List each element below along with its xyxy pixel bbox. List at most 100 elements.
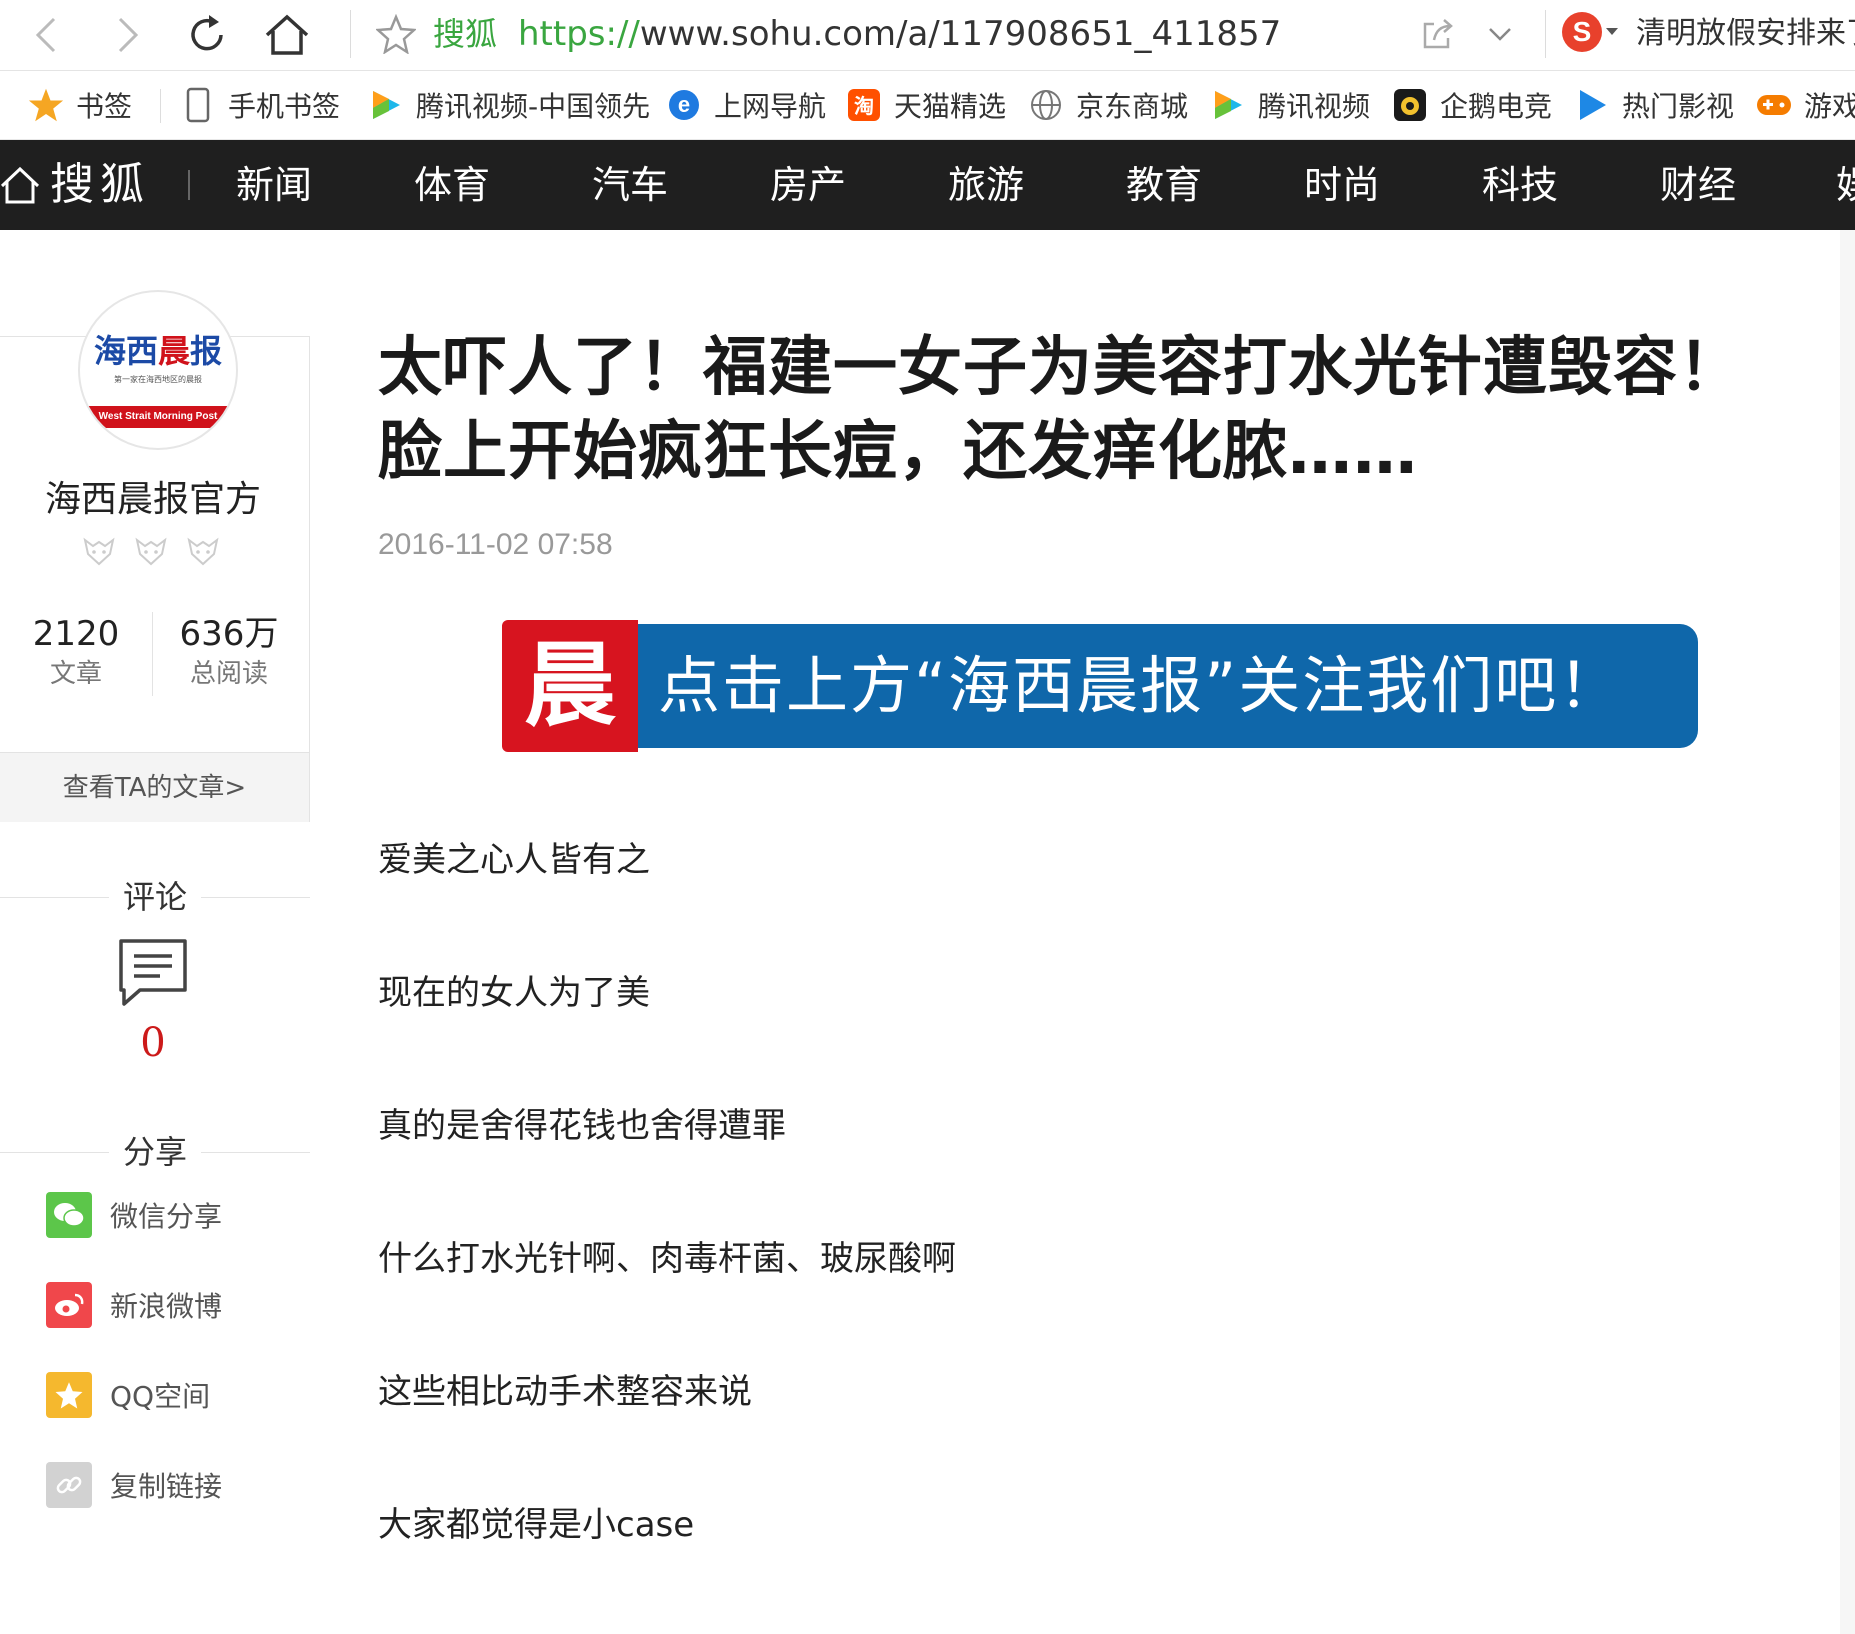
globe-icon: [1028, 87, 1064, 123]
toolbar-separator: [350, 10, 351, 58]
comment-icon[interactable]: [118, 938, 188, 1012]
article-paragraph: 这些相比动手术整容来说: [378, 1372, 752, 1412]
nav-item-education[interactable]: 教育: [1126, 160, 1202, 210]
qzone-star-icon: [46, 1372, 92, 1418]
svg-text:e: e: [678, 92, 690, 117]
share-heading-label: 分享: [108, 1133, 201, 1171]
bookmarks-bar: 书签 手机书签 腾讯视频-中国领先 e 上网导航 淘 天猫精选 京东商城 腾讯视…: [0, 71, 1855, 140]
comments-heading: 评论: [0, 877, 310, 917]
article-title: 太吓人了！福建一女子为美容打水光针遭毁容！脸上开始疯狂长痘，还发痒化脓……: [378, 331, 1743, 489]
share-wechat-button[interactable]: 微信分享: [46, 1192, 222, 1238]
nav-item-news[interactable]: 新闻: [236, 160, 312, 210]
avatar[interactable]: 海西晨报 第一家在海西地区的晨报 West Strait Morning Pos…: [78, 290, 238, 450]
nav-item-sports[interactable]: 体育: [414, 160, 490, 210]
nav-item-travel[interactable]: 旅游: [948, 160, 1024, 210]
search-hot-words[interactable]: 清明放假安排来了: [1636, 14, 1855, 54]
reads-stat: 636万 总阅读: [153, 612, 305, 692]
nav-item-auto[interactable]: 汽车: [592, 160, 668, 210]
fox-badge-icon: [187, 537, 219, 566]
favorite-star-icon[interactable]: [374, 13, 418, 58]
forward-button[interactable]: [100, 8, 154, 62]
link-icon: [46, 1462, 92, 1508]
ie-icon: e: [666, 87, 702, 123]
address-dropdown-chevron-icon[interactable]: [1482, 16, 1518, 56]
address-bar-url[interactable]: https://www.sohu.com/a/117908651_411857: [518, 12, 1281, 56]
penguin-esports-icon: [1392, 87, 1428, 123]
wechat-icon: [46, 1192, 92, 1238]
article-paragraph: 真的是舍得花钱也舍得遭罪: [378, 1106, 786, 1146]
copy-link-button[interactable]: 复制链接: [46, 1462, 222, 1508]
view-author-articles-link[interactable]: 查看TA的文章>: [0, 752, 309, 822]
article-paragraph: 什么打水光针啊、肉毒杆菌、玻尿酸啊: [378, 1239, 956, 1279]
home-icon: [265, 14, 309, 55]
bookmark-item[interactable]: 企鹅电竞: [1392, 85, 1552, 125]
comment-count[interactable]: 0: [0, 1020, 306, 1066]
nav-item-finance[interactable]: 财经: [1660, 160, 1736, 210]
articles-stat: 2120 文章: [0, 612, 152, 692]
reads-label: 总阅读: [189, 659, 268, 689]
bookmark-label: 上网导航: [714, 90, 827, 123]
nav-item-tech[interactable]: 科技: [1482, 160, 1558, 210]
bookmark-item[interactable]: 腾讯视频-中国领先: [368, 85, 650, 125]
bookmark-item[interactable]: 热门影视: [1574, 85, 1734, 125]
banner-text: 点击上方“海西晨报”关注我们吧！: [658, 649, 1623, 722]
search-engine-caret-icon[interactable]: [1606, 28, 1618, 35]
sohu-logo[interactable]: 搜狐: [50, 158, 150, 212]
comments-heading-label: 评论: [108, 878, 201, 916]
bookmark-label: 京东商城: [1076, 90, 1189, 123]
fox-badge-icon: [135, 537, 167, 566]
phone-icon: [180, 87, 216, 123]
articles-label: 文章: [49, 659, 102, 689]
bookmark-item[interactable]: 京东商城: [1028, 85, 1188, 125]
taobao-icon: 淘: [846, 87, 882, 123]
sogou-search-logo-icon[interactable]: S: [1562, 12, 1602, 52]
back-button[interactable]: [20, 8, 74, 62]
bookmark-label: 腾讯视频: [1258, 90, 1371, 123]
url-path: www.sohu.com/a/117908651_411857: [639, 14, 1282, 54]
svg-text:淘: 淘: [854, 94, 874, 118]
bookmark-item[interactable]: 淘 天猫精选: [846, 85, 1006, 125]
url-protocol: https://: [518, 14, 640, 54]
bookmark-label: 书签: [76, 90, 133, 123]
articles-count: 2120: [32, 614, 120, 654]
article-paragraph: 大家都觉得是小case: [378, 1505, 695, 1545]
tencent-video-icon: [1210, 87, 1246, 123]
avatar-band: West Strait Morning Post: [80, 406, 236, 428]
author-name[interactable]: 海西晨报官方: [0, 470, 306, 522]
back-arrow-icon: [35, 17, 56, 53]
bookmark-item[interactable]: e 上网导航: [666, 85, 826, 125]
page-scrollbar[interactable]: [1840, 230, 1855, 1634]
reload-icon: [191, 15, 223, 51]
play-icon: [1574, 87, 1610, 123]
article-paragraph: 现在的女人为了美: [378, 973, 650, 1013]
bookmark-item[interactable]: 手机书签: [180, 85, 340, 125]
bookmark-label: 手机书签: [228, 90, 341, 123]
article-date: 2016-11-02 07:58: [378, 528, 613, 561]
reload-button[interactable]: [180, 8, 234, 62]
nav-item-house[interactable]: 房产: [770, 160, 846, 210]
tencent-video-icon: [368, 87, 404, 123]
bookmark-label: 腾讯视频-中国领先: [416, 90, 651, 123]
bookmark-separator: [160, 89, 161, 123]
share-qzone-button[interactable]: QQ空间: [46, 1372, 210, 1418]
nav-item-entertainment[interactable]: 娱: [1836, 160, 1855, 210]
bookmark-item[interactable]: 游戏: [1756, 85, 1855, 125]
bookmark-label: 游戏: [1804, 90, 1855, 123]
follow-banner-image: 晨 点击上方“海西晨报”关注我们吧！: [502, 620, 1698, 752]
share-weibo-button[interactable]: 新浪微博: [46, 1282, 222, 1328]
home-button[interactable]: [260, 8, 314, 62]
bookmark-item[interactable]: 书签: [28, 85, 132, 125]
reads-count: 636万: [179, 614, 279, 654]
site-name-label: 搜狐: [433, 15, 498, 53]
share-page-icon[interactable]: [1420, 16, 1456, 56]
bookmark-label: 热门影视: [1622, 90, 1735, 123]
share-label: 复制链接: [110, 1470, 223, 1503]
sohu-home-icon[interactable]: [0, 164, 40, 210]
article-paragraph: 爱美之心人皆有之: [378, 840, 650, 880]
avatar-subtitle: 第一家在海西地区的晨报: [114, 375, 202, 384]
share-label: QQ空间: [110, 1380, 211, 1413]
bookmark-item[interactable]: 腾讯视频: [1210, 85, 1370, 125]
weibo-icon: [46, 1282, 92, 1328]
banner-bar: 点击上方“海西晨报”关注我们吧！: [638, 624, 1698, 748]
nav-item-fashion[interactable]: 时尚: [1304, 160, 1380, 210]
